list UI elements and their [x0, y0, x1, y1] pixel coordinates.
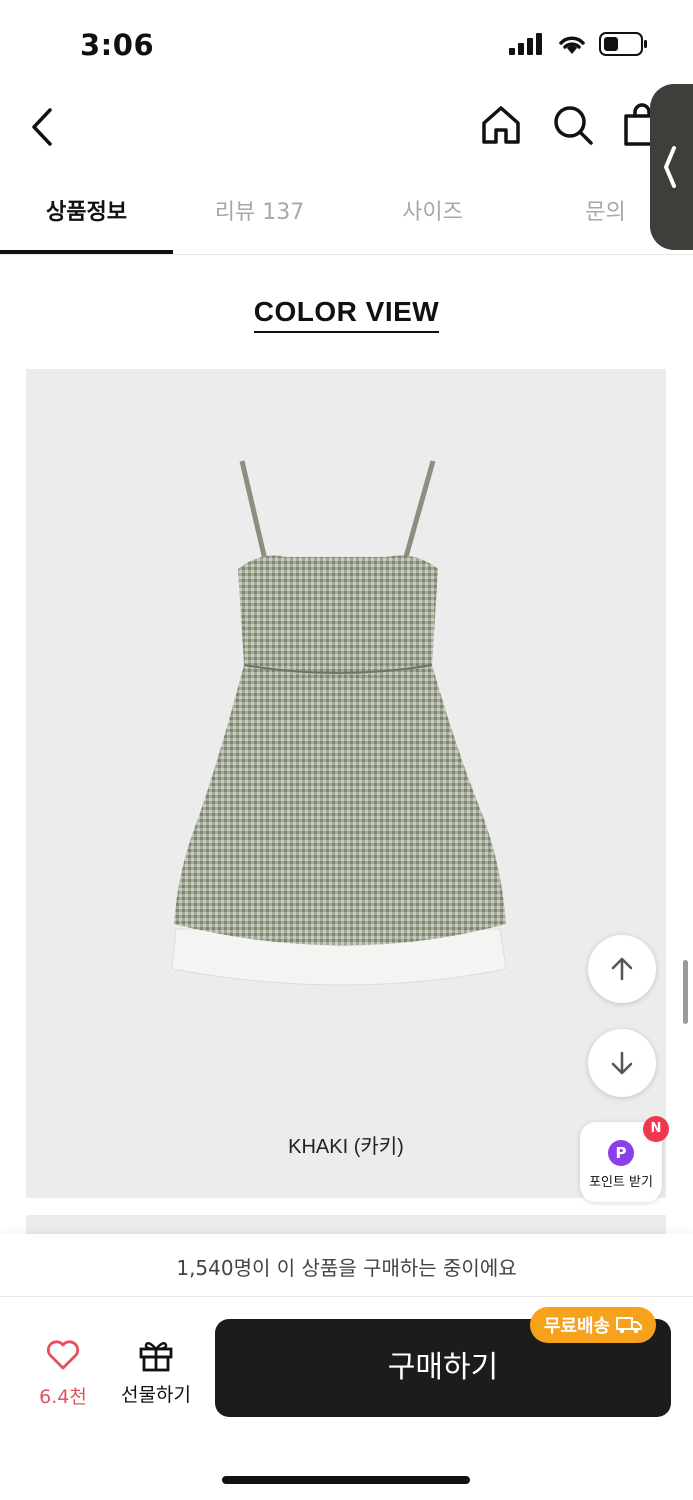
- search-button[interactable]: [550, 102, 596, 148]
- product-image-panel: [26, 369, 666, 1198]
- tab-size[interactable]: 사이즈: [346, 190, 519, 253]
- next-image-panel: [26, 1215, 666, 1235]
- tab-bar: 상품정보 리뷰 137 사이즈 문의: [0, 190, 693, 255]
- chevron-left-icon: [32, 108, 52, 146]
- section-title: COLOR VIEW: [0, 296, 693, 333]
- status-time: 3:06: [80, 28, 155, 62]
- home-button[interactable]: [478, 102, 524, 148]
- free-shipping-badge: 무료배송: [530, 1307, 656, 1343]
- arrow-up-icon: [611, 957, 633, 981]
- product-image: [171, 460, 507, 986]
- tab-reviews[interactable]: 리뷰 137: [173, 190, 346, 253]
- gift-label: 선물하기: [121, 1384, 191, 1406]
- home-icon: [482, 106, 520, 144]
- color-caption: KHAKI (카키): [288, 1136, 404, 1158]
- point-icon: P: [608, 1140, 634, 1166]
- section-title-text: COLOR VIEW: [253, 296, 440, 333]
- active-tab-indicator: [0, 250, 173, 254]
- tab-product-info[interactable]: 상품정보: [0, 190, 173, 253]
- arrow-down-icon: [611, 1051, 633, 1075]
- like-count: 6.4천: [39, 1386, 87, 1408]
- new-badge: N: [643, 1116, 669, 1142]
- truck-icon: [616, 1317, 643, 1334]
- get-points-label: 포인트 받기: [589, 1175, 653, 1190]
- like-button[interactable]: 6.4천: [28, 1338, 98, 1408]
- scroll-up-button[interactable]: [588, 935, 656, 1003]
- tab-inquiry[interactable]: 문의: [519, 190, 692, 253]
- heart-icon: [46, 1340, 80, 1370]
- signal-icon: [509, 33, 542, 55]
- search-icon: [554, 106, 593, 145]
- home-indicator: [222, 1476, 470, 1484]
- gift-icon: [139, 1342, 173, 1372]
- scroll-down-button[interactable]: [588, 1029, 656, 1097]
- battery-icon: [599, 32, 647, 56]
- scrollbar[interactable]: [683, 960, 688, 1024]
- wifi-icon: [559, 36, 585, 54]
- buyer-notice: 1,540명이 이 상품을 구매하는 중이에요: [176, 1256, 517, 1280]
- divider: [0, 1296, 693, 1297]
- back-button[interactable]: [22, 104, 64, 150]
- gift-button[interactable]: 선물하기: [114, 1338, 198, 1408]
- free-shipping-label: 무료배송: [543, 1316, 611, 1337]
- status-icons: [509, 32, 649, 56]
